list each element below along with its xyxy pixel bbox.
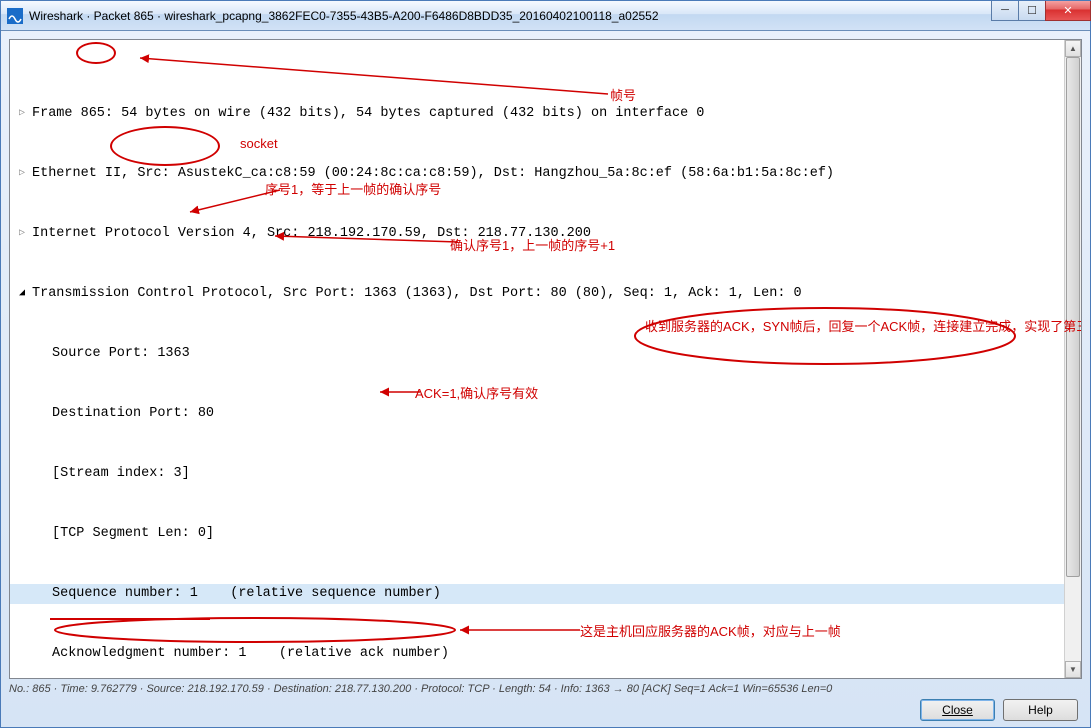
maximize-button[interactable]: ☐	[1018, 1, 1046, 21]
window: Wireshark · Packet 865 · wireshark_pcapn…	[0, 0, 1091, 728]
tree-row-ack[interactable]: Acknowledgment number: 1 (relative ack n…	[10, 644, 1081, 664]
packet-tree-pane[interactable]: ▷ Frame 865: 54 bytes on wire (432 bits),…	[9, 39, 1082, 679]
stream-text: [Stream index: 3]	[52, 464, 190, 484]
tree-row-ip[interactable]: ▷ Internet Protocol Version 4, Src: 218.1…	[10, 224, 1081, 244]
annotation-ackflag: ACK=1,确认序号有效	[415, 384, 538, 404]
dstport-text: Destination Port: 80	[52, 404, 214, 424]
help-button[interactable]: Help	[1003, 699, 1078, 721]
packet-tree[interactable]: ▷ Frame 865: 54 bytes on wire (432 bits),…	[10, 40, 1081, 678]
close-window-button[interactable]: ✕	[1045, 1, 1091, 21]
tcp-text: Transmission Control Protocol, Src Port:…	[32, 284, 802, 304]
tree-row-seglen[interactable]: [TCP Segment Len: 0]	[10, 524, 1081, 544]
annotation-socket: socket	[240, 134, 278, 154]
minimize-button[interactable]: ─	[991, 1, 1019, 21]
ack-text: Acknowledgment number: 1 (relative ack n…	[52, 644, 449, 664]
expander-icon[interactable]: ▷	[16, 228, 28, 240]
status-bar: No.: 865 · Time: 9.762779 · Source: 218.…	[9, 681, 1082, 699]
expander-icon[interactable]: ▷	[16, 168, 28, 180]
circle-annotation-frame865	[76, 42, 116, 64]
eth-text: Ethernet II, Src: AsustekC_ca:c8:59 (00:…	[32, 164, 834, 184]
scroll-down-button[interactable]: ▼	[1065, 661, 1081, 678]
tree-row-frame[interactable]: ▷ Frame 865: 54 bytes on wire (432 bits),…	[10, 104, 1081, 124]
tree-row-tcp[interactable]: ◢ Transmission Control Protocol, Src Port…	[10, 284, 1081, 304]
seq-text: Sequence number: 1 (relative sequence nu…	[52, 584, 441, 604]
annotation-frameno: 帧号	[610, 86, 636, 106]
seglen-text: [TCP Segment Len: 0]	[52, 524, 214, 544]
tree-row-stream[interactable]: [Stream index: 3]	[10, 464, 1081, 484]
expander-icon[interactable]: ▷	[16, 108, 28, 120]
expander-open-icon[interactable]: ◢	[16, 288, 28, 300]
close-button[interactable]: Close	[920, 699, 995, 721]
circle-annotation-ports	[110, 126, 220, 166]
window-controls: ─ ☐ ✕	[992, 1, 1091, 21]
srcport-text: Source Port: 1363	[52, 344, 190, 364]
annotation-big: 收到服务器的ACK，SYN帧后，回复一个ACK帧，连接建立完成，实现了第三次握手	[645, 318, 1005, 336]
titlebar[interactable]: Wireshark · Packet 865 · wireshark_pcapn…	[1, 1, 1090, 31]
scroll-up-button[interactable]: ▲	[1065, 40, 1081, 57]
button-bar: Close Help	[920, 699, 1078, 721]
wireshark-icon	[7, 8, 23, 24]
tree-row-eth[interactable]: ▷ Ethernet II, Src: AsustekC_ca:c8:59 (00…	[10, 164, 1081, 184]
annotation-bottom: 这是主机回应服务器的ACK帧，对应与上一帧	[580, 622, 841, 642]
vertical-scrollbar[interactable]: ▲ ▼	[1064, 40, 1081, 678]
tree-row-seq[interactable]: Sequence number: 1 (relative sequence nu…	[10, 584, 1081, 604]
ip-text: Internet Protocol Version 4, Src: 218.19…	[32, 224, 591, 244]
frame-text: Frame 865: 54 bytes on wire (432 bits), …	[32, 104, 704, 124]
underline-annotation-seqack	[50, 618, 210, 620]
tree-row-srcport[interactable]: Source Port: 1363	[10, 344, 1081, 364]
window-title: Wireshark · Packet 865 · wireshark_pcapn…	[29, 9, 992, 23]
scroll-thumb[interactable]	[1066, 57, 1080, 577]
tree-row-dstport[interactable]: Destination Port: 80	[10, 404, 1081, 424]
